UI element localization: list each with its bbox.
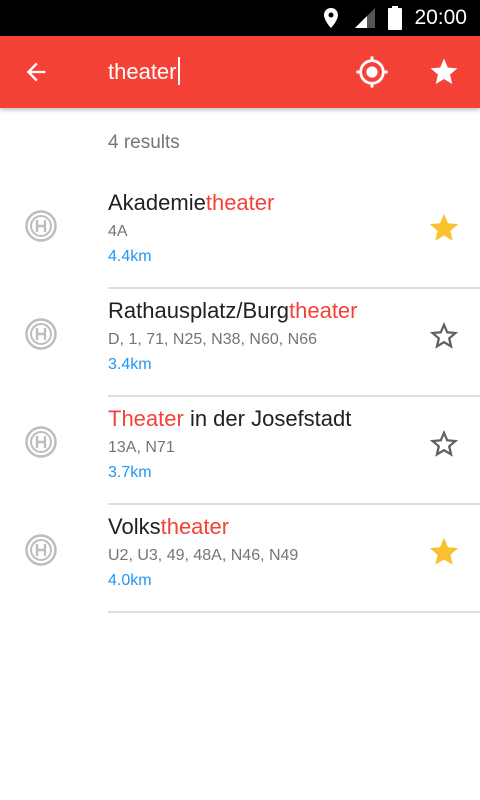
- bus-stop-icon: [25, 534, 57, 566]
- name-text: in der Josefstadt: [183, 406, 352, 431]
- favorite-toggle[interactable]: [426, 534, 462, 570]
- star-outline-icon: [429, 429, 459, 457]
- result-name: Volkstheater: [108, 514, 229, 540]
- back-button[interactable]: [0, 36, 72, 108]
- signal-icon: [353, 0, 377, 36]
- arrow-left-icon: [26, 62, 46, 82]
- result-distance: 3.4km: [108, 356, 152, 373]
- name-highlight: theater: [205, 190, 275, 215]
- favorite-toggle[interactable]: [426, 210, 462, 246]
- bus-stop-icon: [25, 210, 57, 242]
- star-filled-icon: [429, 213, 459, 241]
- divider: [108, 611, 480, 613]
- bus-stop-icon: [25, 318, 57, 350]
- result-distance: 4.0km: [108, 572, 152, 589]
- result-item[interactable]: Rathausplatz/Burgtheater D, 1, 71, N25, …: [0, 288, 480, 397]
- location-pin-icon: [322, 0, 340, 36]
- name-text: Akademie: [108, 190, 206, 215]
- result-distance: 3.7km: [108, 464, 152, 481]
- result-lines: 4A: [108, 223, 128, 240]
- result-lines: U2, U3, 49, 48A, N46, N49: [108, 547, 299, 564]
- name-text: Volks: [108, 514, 161, 539]
- result-name: Theater in der Josefstadt: [108, 406, 351, 432]
- name-highlight: theater: [160, 514, 230, 539]
- search-query: theater: [108, 59, 177, 84]
- name-highlight: Theater: [108, 406, 184, 431]
- result-name: Akademietheater: [108, 190, 274, 216]
- result-item[interactable]: Akademietheater 4A 4.4km: [0, 180, 480, 289]
- text-cursor: [177, 57, 180, 86]
- result-item[interactable]: Volkstheater U2, U3, 49, 48A, N46, N49 4…: [0, 504, 480, 613]
- name-text: Rathausplatz/Burg: [108, 298, 289, 323]
- star-filled-icon: [429, 537, 459, 565]
- result-distance: 4.4km: [108, 248, 152, 265]
- favorite-toggle[interactable]: [426, 426, 462, 462]
- star-outline-icon: [429, 321, 459, 349]
- status-bar: 20:00: [0, 0, 480, 36]
- result-lines: 13A, N71: [108, 439, 175, 456]
- result-lines: D, 1, 71, N25, N38, N60, N66: [108, 331, 317, 348]
- battery-icon: [388, 0, 402, 36]
- favorites-button[interactable]: [408, 36, 480, 108]
- locate-button[interactable]: [336, 36, 408, 108]
- bus-stop-icon: [25, 426, 57, 458]
- star-icon: [430, 58, 458, 84]
- name-highlight: theater: [289, 298, 358, 323]
- result-name: Rathausplatz/Burgtheater: [108, 298, 358, 324]
- my-location-icon: [356, 56, 388, 88]
- results-count: 4 results: [108, 132, 180, 153]
- result-item[interactable]: Theater in der Josefstadt 13A, N71 3.7km: [0, 396, 480, 505]
- app-bar: theater: [0, 36, 480, 108]
- search-input[interactable]: theater: [108, 36, 180, 108]
- status-time: 20:00: [414, 6, 467, 29]
- favorite-toggle[interactable]: [426, 318, 462, 354]
